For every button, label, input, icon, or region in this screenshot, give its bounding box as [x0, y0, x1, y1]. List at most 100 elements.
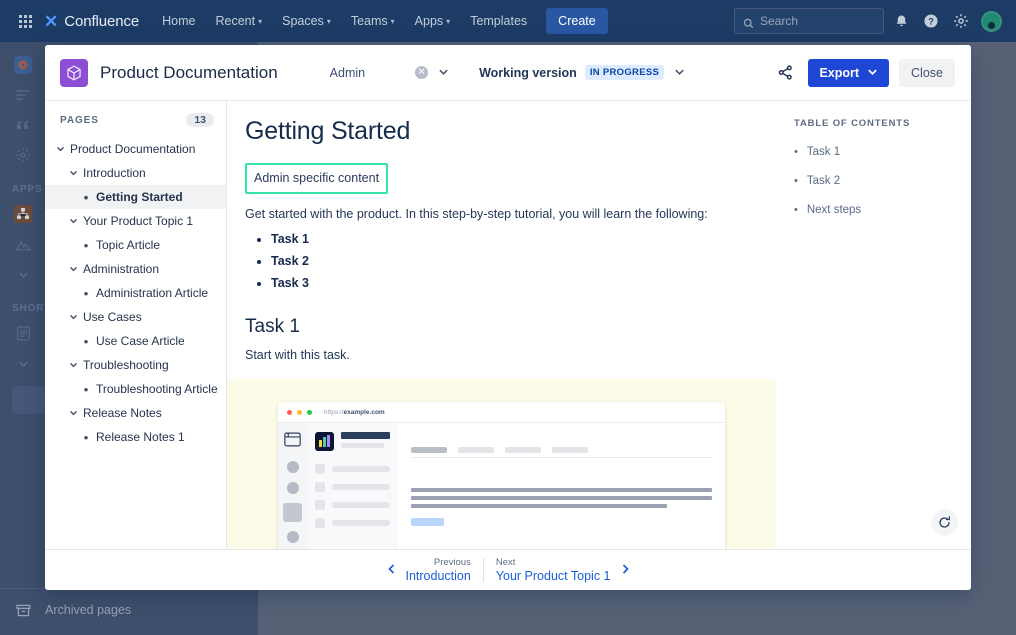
clear-circle-icon[interactable]: ✕ [415, 66, 429, 79]
page-title: Product Documentation [100, 62, 278, 82]
toc-item[interactable]: • Next steps [794, 204, 957, 216]
sidebar-item-archived-pages[interactable]: Archived pages [0, 593, 258, 627]
next-link[interactable]: Your Product Topic 1 [496, 569, 611, 583]
tree-item-label: Product Documentation [70, 142, 196, 156]
notifications-bell-icon[interactable] [888, 8, 914, 34]
export-label: Export [819, 65, 860, 80]
tree-item-label: Introduction [83, 166, 146, 180]
mockup-nav-column [307, 423, 398, 549]
tree-item-label: Troubleshooting Article [96, 382, 218, 396]
search-input[interactable] [760, 14, 875, 28]
chevron-down-icon [66, 360, 80, 371]
tree-item[interactable]: • Getting Started [45, 185, 226, 209]
nav-item-spaces[interactable]: Spaces ▾ [273, 8, 340, 34]
export-button[interactable]: Export [808, 58, 890, 87]
tree-item[interactable]: • Use Case Article [45, 329, 226, 353]
rail-dot-icon [286, 531, 299, 543]
scope-chevron-down-icon[interactable] [438, 66, 449, 80]
bullet-icon: • [83, 285, 89, 301]
browser-mockup-url: https://example.com [324, 408, 385, 416]
tree-item[interactable]: • Release Notes 1 [45, 425, 226, 449]
mockup-tab [411, 447, 447, 453]
browser-mockup-urlbar: https://example.com [278, 402, 725, 423]
chevron-down-icon: ▾ [390, 16, 395, 26]
mountain-icon [12, 233, 34, 255]
nav-label: Home [162, 14, 196, 28]
chevron-down-icon [66, 312, 80, 323]
nav-item-templates[interactable]: Templates [461, 8, 536, 34]
nav-item-home[interactable]: Home [153, 8, 204, 34]
avatar[interactable] [978, 8, 1004, 34]
browser-mockup: https://example.com [278, 402, 725, 549]
intro-paragraph: Get started with the product. In this st… [245, 207, 708, 221]
toc-item[interactable]: • Task 1 [794, 146, 957, 158]
bar-chart-icon [315, 432, 334, 451]
rail-dot-icon [286, 482, 299, 494]
next-page-nav[interactable]: Next Your Product Topic 1 [496, 557, 631, 583]
nav-label: Teams [350, 14, 388, 28]
chevron-down-icon [53, 144, 67, 155]
share-icon[interactable] [772, 60, 798, 86]
refresh-icon[interactable] [931, 509, 958, 536]
app-switcher-icon[interactable] [12, 8, 38, 34]
traffic-light-maximize-icon [307, 409, 312, 415]
tree-item[interactable]: Administration [45, 257, 226, 281]
tree-item-label: Troubleshooting [83, 358, 169, 372]
pages-panel-title: PAGES [60, 114, 99, 126]
modal-body: PAGES 13 Product Documentation Introducti… [45, 100, 971, 549]
previous-page-nav[interactable]: Previous Introduction [386, 557, 471, 583]
space-avatar-icon [12, 54, 34, 76]
search-box[interactable] [734, 8, 884, 34]
chevron-down-icon [66, 408, 80, 419]
bullet-icon: • [83, 189, 89, 205]
nav-item-apps[interactable]: Apps ▾ [406, 8, 460, 34]
toc-list: • Task 1 • Task 2 • Next steps [794, 146, 957, 216]
modal-header-actions: Export Close [772, 58, 955, 87]
nav-label: Recent [215, 14, 256, 28]
tree-item[interactable]: Troubleshooting [45, 353, 226, 377]
close-button[interactable]: Close [899, 58, 955, 87]
help-icon[interactable]: ? [918, 8, 944, 34]
tree-item-label: Use Cases [83, 310, 142, 324]
nav-label: Templates [470, 14, 528, 28]
document-scroll[interactable]: Getting Started Admin specific content G… [227, 101, 776, 549]
tree-item[interactable]: Your Product Topic 1 [45, 209, 226, 233]
nav-label: Spaces [282, 14, 324, 28]
next-label: Next [495, 557, 516, 568]
brand-name: Confluence [64, 12, 140, 30]
mockup-tab [552, 447, 588, 453]
version-label: Working version [479, 65, 577, 80]
create-button[interactable]: Create [546, 8, 608, 34]
tree-item-label: Use Case Article [96, 334, 185, 348]
browser-mockup-body [278, 423, 725, 549]
settings-gear-icon[interactable] [948, 8, 974, 34]
document-area: Getting Started Admin specific content G… [227, 101, 971, 549]
search-icon [743, 16, 754, 28]
toc-item[interactable]: • Task 2 [794, 175, 957, 187]
tree-item[interactable]: Product Documentation [45, 137, 226, 161]
version-chevron-down-icon[interactable] [674, 66, 685, 80]
rail-dot-icon [286, 461, 299, 473]
tree-item[interactable]: Use Cases [45, 305, 226, 329]
nav-item-recent[interactable]: Recent ▾ [206, 8, 271, 34]
confluence-logo[interactable]: ✕ Confluence [44, 13, 139, 30]
previous-link[interactable]: Introduction [406, 569, 471, 583]
confluence-mark-icon: ✕ [44, 11, 59, 31]
archive-box-icon [12, 599, 34, 621]
toc-item-label: Next steps [806, 204, 862, 216]
mockup-content-column [398, 423, 725, 549]
tree-item[interactable]: Release Notes [45, 401, 226, 425]
app-hierarchy-icon [12, 203, 34, 225]
tree-item[interactable]: Introduction [45, 161, 226, 185]
chevron-down-icon: ▾ [258, 16, 263, 26]
tree-item[interactable]: • Troubleshooting Article [45, 377, 226, 401]
pages-tree-panel: PAGES 13 Product Documentation Introducti… [45, 101, 227, 549]
tree-item[interactable]: • Administration Article [45, 281, 226, 305]
svg-text:?: ? [928, 16, 933, 26]
chevron-down-icon [66, 216, 80, 227]
tree-item[interactable]: • Topic Article [45, 233, 226, 257]
page-preview-modal: Product Documentation Admin ✕ Working ve… [45, 45, 971, 590]
highlighted-admin-content-box: Admin specific content [245, 163, 389, 194]
nav-item-teams[interactable]: Teams ▾ [342, 8, 404, 34]
embedded-screenshot-illustration: https://example.com [227, 379, 776, 549]
